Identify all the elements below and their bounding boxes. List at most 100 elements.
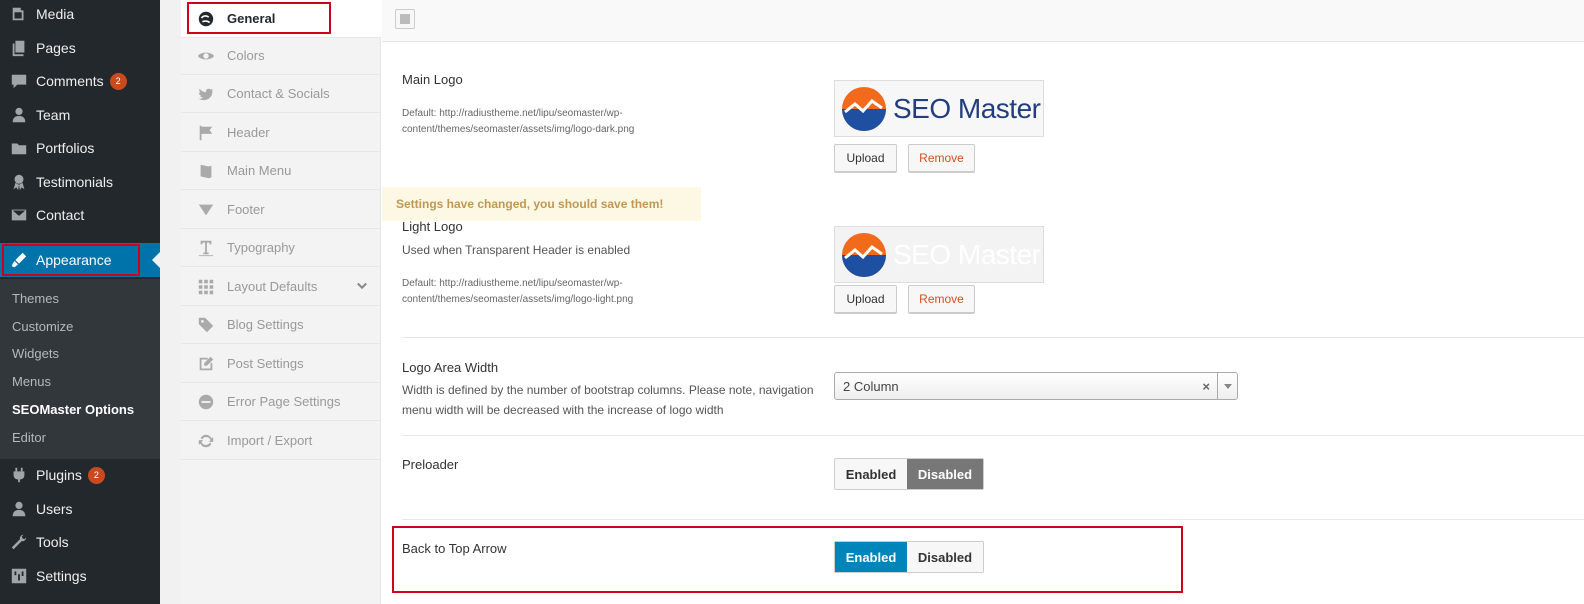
submenu-themes[interactable]: Themes [12, 291, 59, 306]
team-icon [9, 105, 29, 125]
light-logo-upload-button[interactable]: Upload [834, 285, 897, 313]
main-logo-remove-button[interactable]: Remove [908, 144, 975, 172]
menu-item-label: Tools [36, 534, 69, 550]
highlight-box-back-to-top [392, 526, 1183, 593]
main-logo-default: Default: http://radiustheme.net/lipu/seo… [402, 108, 635, 135]
menu-item-contact[interactable]: Contact [0, 198, 160, 232]
tab-blog-settings[interactable]: Blog Settings [181, 306, 381, 344]
menu-item-media[interactable]: Media [0, 0, 160, 31]
book-icon [195, 160, 217, 182]
eye-icon [195, 45, 217, 67]
menu-item-label: Contact [36, 207, 85, 223]
tab-label: Header [227, 125, 270, 140]
preloader-disabled-button[interactable]: Disabled [907, 459, 983, 489]
tab-contact-socials[interactable]: Contact & Socials [181, 75, 381, 113]
tab-label: Typography [227, 240, 295, 255]
comments-count-badge: 2 [109, 72, 127, 90]
testimonials-icon [9, 172, 29, 192]
menu-item-label: Testimonials [36, 174, 114, 190]
menu-item-comments[interactable]: Comments 2 [0, 64, 160, 98]
portfolios-icon [9, 138, 29, 158]
menu-item-label: Plugins [36, 467, 82, 483]
minus-circle-icon [195, 391, 217, 413]
settings-icon [9, 566, 29, 586]
menu-item-team[interactable]: Team [0, 98, 160, 132]
tools-icon [9, 532, 29, 552]
highlight-box-appearance [2, 244, 140, 276]
twitter-icon [195, 83, 217, 105]
tab-label: Import / Export [227, 433, 313, 448]
tab-label: Colors [227, 48, 265, 63]
current-menu-arrow [152, 252, 160, 268]
triangle-down-icon [195, 199, 217, 221]
refresh-icon [195, 430, 217, 452]
menu-item-testimonials[interactable]: Testimonials [0, 165, 160, 199]
dropdown-arrow-icon[interactable] [1217, 373, 1237, 399]
seo-master-light-logo-icon [842, 232, 886, 277]
menu-item-portfolios[interactable]: Portfolios [0, 131, 160, 165]
menu-item-tools[interactable]: Tools [0, 525, 160, 559]
tab-label: Error Page Settings [227, 394, 341, 409]
logo-width-row: Logo Area Width Width is defined by the … [402, 338, 1584, 436]
preloader-enabled-button[interactable]: Enabled [835, 459, 907, 489]
tab-label: Contact & Socials [227, 86, 330, 101]
preloader-toggle: Enabled Disabled [834, 458, 984, 490]
light-logo-default: Default: http://radiustheme.net/lipu/seo… [402, 278, 634, 305]
clear-selection-icon[interactable]: × [1202, 379, 1210, 394]
menu-item-settings[interactable]: Settings [0, 559, 160, 593]
expand-options-button[interactable] [395, 9, 415, 29]
plugins-icon [9, 465, 29, 485]
tab-colors[interactable]: Colors [181, 37, 381, 75]
highlight-box-general [187, 2, 331, 34]
expand-icon [400, 14, 410, 24]
tab-main-menu[interactable]: Main Menu [181, 152, 381, 190]
light-logo-title: Light Logo [402, 219, 463, 234]
logo-width-select[interactable]: 2 Column × [834, 372, 1238, 400]
menu-item-plugins[interactable]: Plugins 2 [0, 458, 160, 492]
options-sidebar: General Colors Contact & Socials Header … [181, 0, 381, 604]
main-logo-upload-button[interactable]: Upload [834, 144, 897, 172]
tab-label: Layout Defaults [227, 279, 318, 294]
submenu-customize[interactable]: Customize [12, 319, 73, 334]
flag-icon [195, 122, 217, 144]
tab-post-settings[interactable]: Post Settings [181, 345, 381, 383]
tab-error-page-settings[interactable]: Error Page Settings [181, 383, 381, 421]
main-logo-text: SEO Master [893, 92, 1041, 124]
preloader-title: Preloader [402, 457, 459, 472]
menu-item-label: Portfolios [36, 140, 95, 156]
tab-footer[interactable]: Footer [181, 191, 381, 229]
options-toolbar [382, 0, 1584, 42]
light-logo-row: Light Logo Used when Transparent Header … [402, 196, 1584, 338]
tab-layout-defaults[interactable]: Layout Defaults [181, 268, 381, 306]
menu-item-label: Media [36, 6, 75, 22]
options-content: Settings have changed, you should save t… [382, 0, 1584, 604]
logo-width-desc: Width is defined by the number of bootst… [402, 383, 814, 417]
submenu-widgets[interactable]: Widgets [12, 346, 59, 361]
chevron-down-icon[interactable] [355, 280, 369, 297]
edit-icon [195, 353, 217, 375]
menu-item-pages[interactable]: Pages [0, 31, 160, 65]
logo-width-title: Logo Area Width [402, 360, 499, 375]
grid-icon [195, 276, 217, 298]
tab-typography[interactable]: Typography [181, 229, 381, 267]
options-panel: General Colors Contact & Socials Header … [181, 0, 1584, 604]
logo-width-value: 2 Column [843, 378, 899, 394]
light-logo-desc: Used when Transparent Header is enabled [402, 243, 631, 257]
menu-item-label: Settings [36, 568, 87, 584]
users-icon [9, 499, 29, 519]
menu-item-label: Users [36, 501, 73, 517]
submenu-menus[interactable]: Menus [12, 374, 51, 389]
text-icon [195, 237, 217, 259]
appearance-submenu: Themes Customize Widgets Menus SEOMaster… [0, 279, 160, 459]
media-icon [9, 4, 29, 24]
tab-header[interactable]: Header [181, 114, 381, 152]
pages-icon [9, 38, 29, 58]
submenu-seomaster-options[interactable]: SEOMaster Options [12, 402, 134, 417]
submenu-editor[interactable]: Editor [12, 430, 46, 445]
menu-item-users[interactable]: Users [0, 492, 160, 526]
tab-import-export[interactable]: Import / Export [181, 422, 381, 460]
light-logo-remove-button[interactable]: Remove [908, 285, 975, 313]
comments-icon [9, 71, 29, 91]
tags-icon [195, 314, 217, 336]
preloader-row: Preloader Enabled Disabled [402, 436, 1584, 520]
